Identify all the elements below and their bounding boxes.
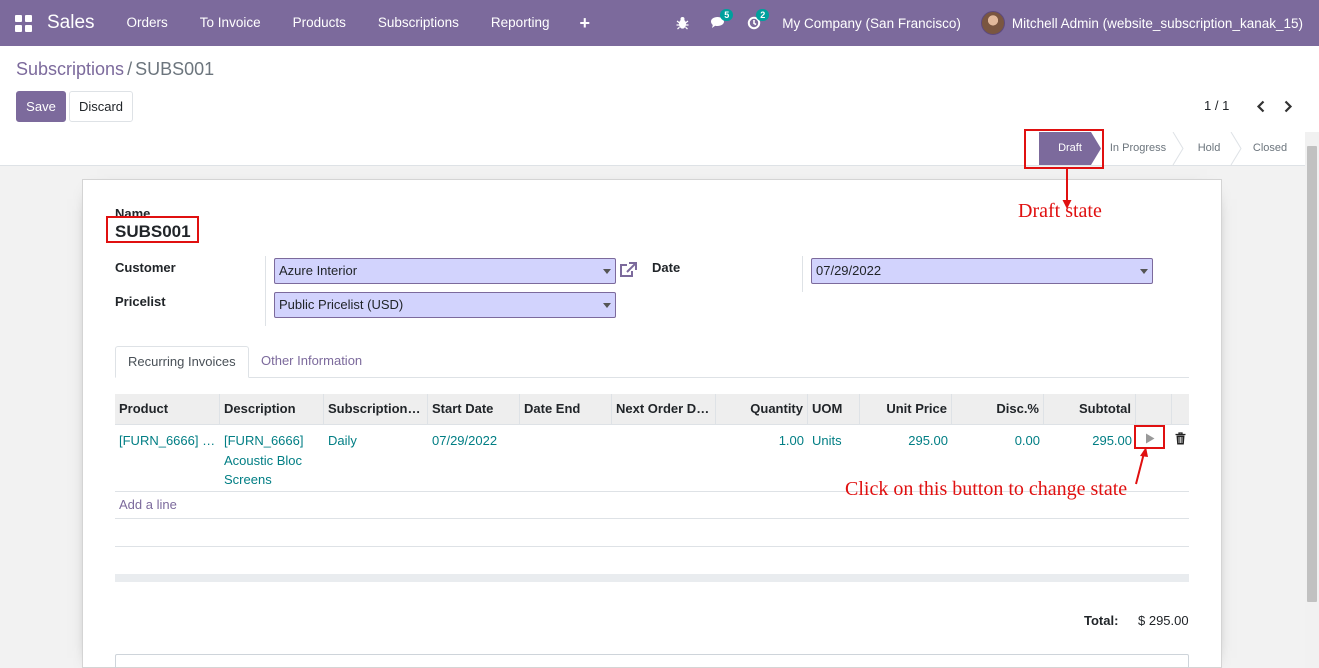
cell-start-date[interactable]: 07/29/2022 [428,431,520,451]
column-uom[interactable]: UOM [808,394,860,425]
table-header: Product Description Subscription… Start … [115,394,1189,425]
date-field[interactable]: 07/29/2022 [811,258,1153,284]
annotation-click-hint: Click on this button to change state [845,478,1128,500]
annotation-name-box [106,216,199,243]
column-subtotal[interactable]: Subtotal [1044,394,1136,425]
pricelist-value: Public Pricelist (USD) [279,297,404,312]
caret-down-icon [603,269,611,274]
activities-icon[interactable]: 2 [736,0,772,46]
main-menu: Orders To Invoice Products Subscriptions… [111,0,566,46]
date-value: 07/29/2022 [816,263,882,278]
cell-quantity[interactable]: 1.00 [716,431,808,451]
top-navbar: Sales Orders To Invoice Products Subscri… [0,0,1319,46]
scrollbar-thumb[interactable] [1307,146,1317,602]
column-product[interactable]: Product [115,394,220,425]
customer-select[interactable]: Azure Interior [274,258,616,284]
cell-product[interactable]: [FURN_6666] … [115,431,220,451]
add-line-link[interactable]: Add a line [119,497,177,512]
cell-uom[interactable]: Units [808,431,860,451]
cell-discount[interactable]: 0.00 [952,431,1044,451]
messages-badge: 5 [720,9,734,21]
avatar [980,11,1005,35]
cell-unit-price[interactable]: 295.00 [860,431,952,451]
row-divider [115,546,1189,547]
field-divider [265,256,266,326]
apps-menu-icon[interactable] [0,0,47,46]
terms-note-field[interactable] [115,654,1189,668]
messages-icon[interactable]: 5 [700,0,736,46]
save-button[interactable]: Save [16,91,66,122]
pricelist-select[interactable]: Public Pricelist (USD) [274,292,616,318]
tab-recurring-invoices[interactable]: Recurring Invoices [115,346,249,378]
column-start-date[interactable]: Start Date [428,394,520,425]
table-footer-bar [115,574,1189,582]
systray: 5 2 My Company (San Francisco) Mitchell … [664,0,1319,46]
app-brand[interactable]: Sales [47,12,111,34]
annotation-button-box [1134,425,1165,449]
menu-reporting[interactable]: Reporting [475,0,566,46]
statusbar: Draft In Progress Hold Closed [0,132,1305,166]
chevron-left-icon[interactable] [1252,96,1268,116]
menu-subscriptions[interactable]: Subscriptions [362,0,475,46]
activities-badge: 2 [756,9,770,21]
description-line: [FURN_6666] [224,433,304,448]
breadcrumb-separator: / [127,59,133,79]
menu-products[interactable]: Products [277,0,362,46]
pricelist-label: Pricelist [115,294,166,309]
discard-button[interactable]: Discard [69,91,133,122]
external-link-icon[interactable] [618,260,638,280]
company-switcher[interactable]: My Company (San Francisco) [772,16,981,31]
plus-icon[interactable]: + [565,0,604,46]
total-value: $ 295.00 [1138,613,1189,628]
column-description[interactable]: Description [220,394,324,425]
annotation-arrow-up-icon [1135,447,1148,485]
description-line: Acoustic Bloc [224,452,303,468]
date-label: Date [652,260,681,275]
column-date-end[interactable]: Date End [520,394,612,425]
description-line: Screens [224,472,272,487]
column-unit-price[interactable]: Unit Price [860,394,952,425]
scrollbar[interactable] [1305,132,1319,668]
stage-hold[interactable]: Hold [1186,132,1232,165]
total-label: Total: [1084,613,1119,628]
menu-to-invoice[interactable]: To Invoice [184,0,277,46]
customer-label: Customer [115,260,176,275]
tab-other-information[interactable]: Other Information [249,346,374,378]
customer-value: Azure Interior [279,263,358,278]
cell-subscription[interactable]: Daily [324,431,428,451]
cell-subtotal[interactable]: 295.00 [1044,431,1136,451]
stage-closed[interactable]: Closed [1244,132,1296,165]
user-menu[interactable]: Mitchell Admin (website_subscription_kan… [980,11,1319,35]
column-discount[interactable]: Disc.% [952,394,1044,425]
cell-description[interactable]: [FURN_6666] Acoustic Bloc Screens [220,431,324,490]
chevron-right-icon[interactable] [1280,96,1296,116]
breadcrumb-current: SUBS001 [135,59,215,79]
stage-separator [1172,132,1184,165]
field-divider [802,256,803,292]
annotation-draft-state: Draft state [1018,200,1102,222]
bug-icon[interactable] [664,0,700,46]
caret-down-icon [1140,269,1148,274]
annotation-draft-box [1024,129,1104,169]
column-next-order-date[interactable]: Next Order D… [612,394,716,425]
user-name: Mitchell Admin (website_subscription_kan… [1011,15,1303,31]
breadcrumb: Subscriptions / SUBS001 [16,59,214,80]
stage-separator [1230,132,1242,165]
caret-down-icon [603,303,611,308]
row-divider [115,518,1189,519]
column-action [1136,394,1172,425]
column-quantity[interactable]: Quantity [716,394,808,425]
column-subscription[interactable]: Subscription… [324,394,428,425]
stage-in-progress[interactable]: In Progress [1104,132,1172,165]
pager-value[interactable]: 1 / 1 [1204,98,1229,113]
trash-icon[interactable] [1173,430,1187,446]
breadcrumb-subscriptions[interactable]: Subscriptions [16,59,124,79]
menu-orders[interactable]: Orders [111,0,184,46]
